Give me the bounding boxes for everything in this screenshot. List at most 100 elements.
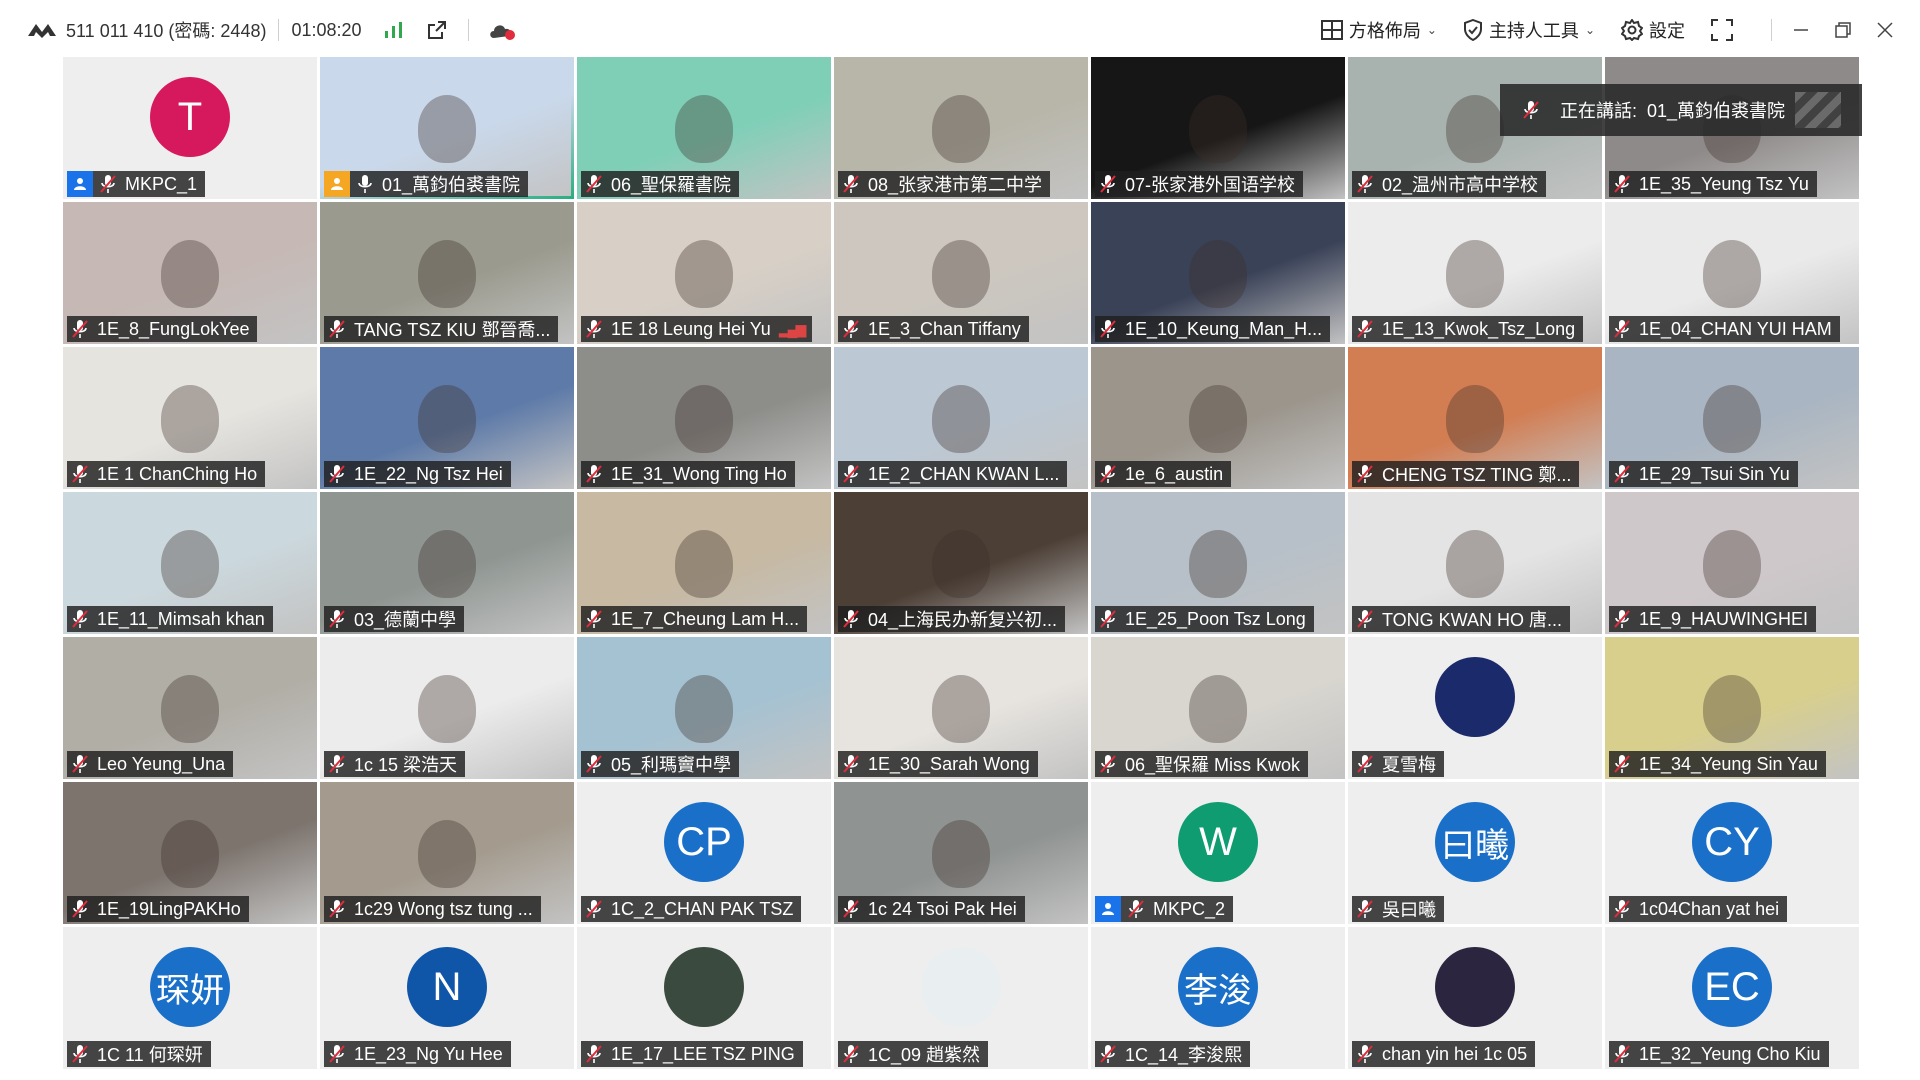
- participant-tile[interactable]: 曰曦 吳曰曦: [1348, 782, 1602, 924]
- muted-mic-icon: [72, 900, 88, 918]
- participant-name: 05_利瑪竇中學: [611, 755, 732, 775]
- participant-tile[interactable]: 1e_6_austin: [1091, 347, 1345, 489]
- muted-mic-icon: [329, 465, 345, 483]
- participant-name-label: 1E_17_LEE TSZ PING: [581, 1041, 803, 1067]
- participant-silhouette: [1703, 240, 1761, 308]
- participant-tile[interactable]: 1E_3_Chan Tiffany: [834, 202, 1088, 344]
- participant-tile[interactable]: 1E_11_Mimsah khan: [63, 492, 317, 634]
- participant-tile[interactable]: 1E_8_FungLokYee: [63, 202, 317, 344]
- participant-name-label: 1E 1 ChanChing Ho: [67, 461, 266, 487]
- participant-grid: T MKPC_1 01_萬鈞伯裘書院 06_聖保羅書院 08_张家港市第二中学 07-张家…: [63, 57, 1859, 1069]
- participant-name-label: 1E_13_Kwok_Tsz_Long: [1352, 316, 1584, 342]
- participant-tile[interactable]: 1c 15 梁浩天: [320, 637, 574, 779]
- muted-mic-icon: [586, 1045, 602, 1063]
- participant-tile[interactable]: chan yin hei 1c 05: [1348, 927, 1602, 1069]
- signal-bars-icon[interactable]: [384, 21, 404, 39]
- muted-mic-icon: [329, 900, 345, 918]
- participant-tile[interactable]: N 1E_23_Ng Yu Hee: [320, 927, 574, 1069]
- close-button[interactable]: [1864, 22, 1906, 38]
- participant-tile[interactable]: 1E_25_Poon Tsz Long: [1091, 492, 1345, 634]
- grid-layout-button[interactable]: 方格佈局 ⌄: [1320, 17, 1437, 43]
- participant-tile[interactable]: 1E_34_Yeung Sin Yau: [1605, 637, 1859, 779]
- participant-name: 1E_13_Kwok_Tsz_Long: [1382, 318, 1576, 339]
- participant-name: 1E_22_Ng Tsz Hei: [354, 463, 503, 484]
- participant-tile[interactable]: Leo Yeung_Una: [63, 637, 317, 779]
- host-person-icon: [1102, 903, 1114, 915]
- participant-tile[interactable]: CHENG TSZ TING 鄭...: [1348, 347, 1602, 489]
- participant-name: 1E_7_Cheung Lam H...: [611, 608, 800, 629]
- participant-silhouette: [932, 95, 990, 163]
- participant-tile[interactable]: 1E_22_Ng Tsz Hei: [320, 347, 574, 489]
- muted-mic-icon: [1100, 175, 1116, 193]
- participant-tile[interactable]: 01_萬鈞伯裘書院: [320, 57, 574, 199]
- participant-tile[interactable]: W MKPC_2: [1091, 782, 1345, 924]
- participant-tile[interactable]: TONG KWAN HO 唐...: [1348, 492, 1602, 634]
- settings-button[interactable]: 設定: [1621, 17, 1685, 43]
- participant-tile[interactable]: 1E_31_Wong Ting Ho: [577, 347, 831, 489]
- participant-name-label: 1E_25_Poon Tsz Long: [1095, 606, 1314, 632]
- participant-silhouette: [932, 385, 990, 453]
- participant-silhouette: [1703, 675, 1761, 743]
- participant-tile[interactable]: 1c29 Wong tsz tung ...: [320, 782, 574, 924]
- muted-mic-icon: [1614, 900, 1630, 918]
- speaking-name: 01_萬鈞伯裘書院: [1647, 101, 1786, 121]
- participant-tile[interactable]: 1E_30_Sarah Wong: [834, 637, 1088, 779]
- participant-tile[interactable]: 1E 1 ChanChing Ho: [63, 347, 317, 489]
- meeting-id: 511 011 410 (密碼: 2448): [66, 21, 267, 41]
- participant-tile[interactable]: 1E_04_CHAN YUI HAM: [1605, 202, 1859, 344]
- participant-tile[interactable]: 07-张家港外国语学校: [1091, 57, 1345, 199]
- grid-layout-label: 方格佈局: [1348, 21, 1421, 41]
- participant-tile[interactable]: 1c 24 Tsoi Pak Hei: [834, 782, 1088, 924]
- restore-button[interactable]: [1822, 22, 1864, 38]
- participant-silhouette: [161, 820, 219, 888]
- participant-tile[interactable]: 夏雪梅: [1348, 637, 1602, 779]
- muted-mic-icon: [843, 175, 859, 193]
- muted-mic-icon: [586, 465, 602, 483]
- participant-silhouette: [161, 240, 219, 308]
- participant-name: 1E_17_LEE TSZ PING: [611, 1043, 795, 1064]
- participant-tile[interactable]: 05_利瑪竇中學: [577, 637, 831, 779]
- participant-name: 1c 24 Tsoi Pak Hei: [868, 898, 1017, 919]
- participant-tile[interactable]: 1E_9_HAUWINGHEI: [1605, 492, 1859, 634]
- participant-tile[interactable]: CP 1C_2_CHAN PAK TSZ: [577, 782, 831, 924]
- cloud-record-icon[interactable]: [487, 19, 517, 41]
- participant-name: 08_张家港市第二中学: [868, 175, 1043, 195]
- participant-tile[interactable]: CY 1c04Chan yat hei: [1605, 782, 1859, 924]
- participant-tile[interactable]: 1E_19LingPAKHo: [63, 782, 317, 924]
- participant-silhouette: [932, 240, 990, 308]
- participant-tile[interactable]: 1E_29_Tsui Sin Yu: [1605, 347, 1859, 489]
- participant-tile[interactable]: 03_德蘭中學: [320, 492, 574, 634]
- participant-name-label: 05_利瑪竇中學: [581, 751, 740, 777]
- participant-tile[interactable]: 06_聖保羅書院: [577, 57, 831, 199]
- participant-name-label: 吳曰曦: [1352, 896, 1444, 922]
- participant-tile[interactable]: TANG TSZ KIU 鄧晉喬...: [320, 202, 574, 344]
- participant-name-label: 1C 11 何琛妍: [67, 1041, 211, 1067]
- participant-tile[interactable]: 1E_2_CHAN KWAN L...: [834, 347, 1088, 489]
- participant-name-label: 夏雪梅: [1352, 751, 1444, 777]
- participant-tile[interactable]: 1E_17_LEE TSZ PING: [577, 927, 831, 1069]
- share-external-icon[interactable]: [426, 19, 448, 41]
- participant-tile[interactable]: EC 1E_32_Yeung Cho Kiu: [1605, 927, 1859, 1069]
- muted-mic-icon: [586, 610, 602, 628]
- fullscreen-button[interactable]: [1711, 19, 1739, 41]
- participant-tile[interactable]: 1E_10_Keung_Man_H...: [1091, 202, 1345, 344]
- participant-tile[interactable]: 1C_09 趙紫然: [834, 927, 1088, 1069]
- participant-tile[interactable]: 06_聖保羅 Miss Kwok: [1091, 637, 1345, 779]
- participant-name: 1E_2_CHAN KWAN L...: [868, 463, 1060, 484]
- participant-name-label: 1C_09 趙紫然: [838, 1041, 989, 1067]
- participant-tile[interactable]: T MKPC_1: [63, 57, 317, 199]
- participant-tile[interactable]: 琛妍 1C 11 何琛妍: [63, 927, 317, 1069]
- participant-tile[interactable]: 1E 18 Leung Hei Yu ▂▄▆: [577, 202, 831, 344]
- participant-tile[interactable]: 李浚 1C_14_李浚熙: [1091, 927, 1345, 1069]
- participant-tile[interactable]: 08_张家港市第二中学: [834, 57, 1088, 199]
- muted-mic-icon: [586, 900, 602, 918]
- host-tools-button[interactable]: 主持人工具 ⌄: [1463, 17, 1595, 43]
- participant-tile[interactable]: 04_上海民办新复兴初...: [834, 492, 1088, 634]
- participant-name-label: 1c 15 梁浩天: [324, 751, 466, 777]
- muted-mic-icon: [843, 755, 859, 773]
- participant-silhouette: [418, 530, 476, 598]
- participant-tile[interactable]: 1E_13_Kwok_Tsz_Long: [1348, 202, 1602, 344]
- participant-tile[interactable]: 1E_7_Cheung Lam H...: [577, 492, 831, 634]
- participant-name-label: 1c04Chan yat hei: [1609, 896, 1788, 922]
- minimize-button[interactable]: [1780, 22, 1822, 38]
